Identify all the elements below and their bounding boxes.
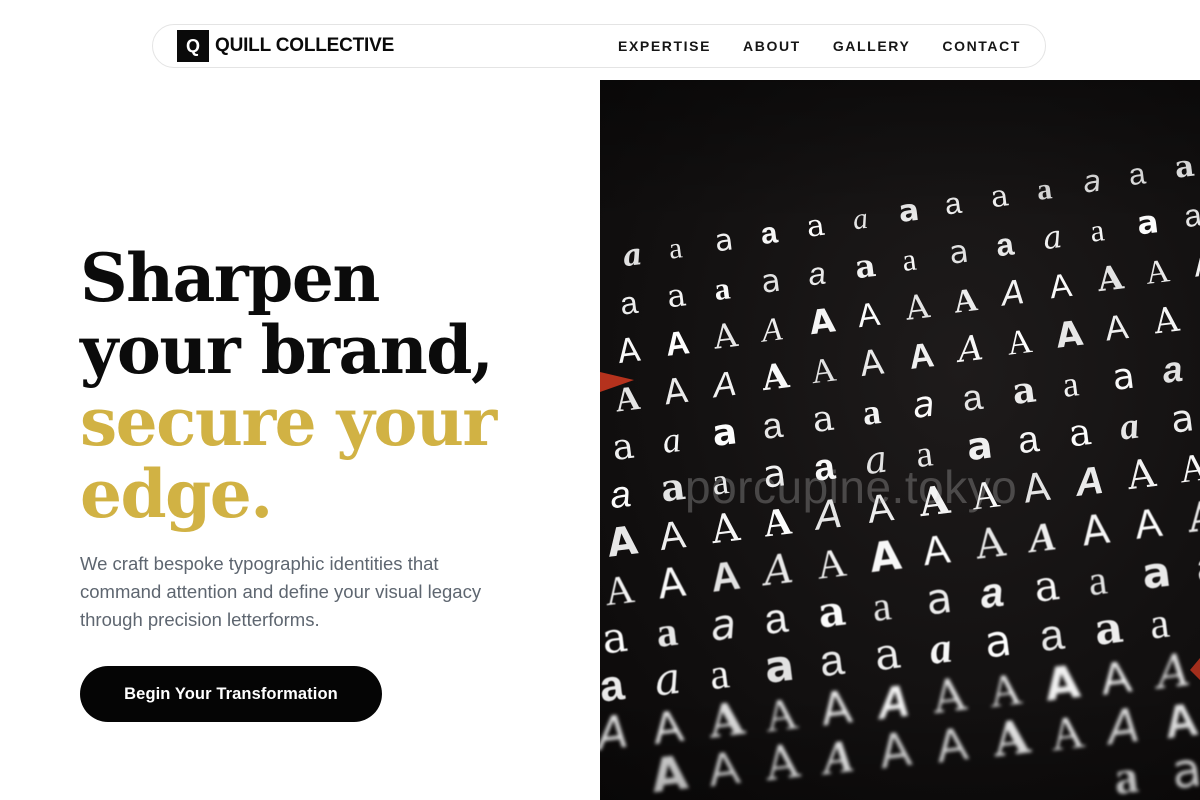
nav-links: EXPERTISE ABOUT GALLERY CONTACT <box>618 38 1021 54</box>
hero-title-accent-line-1: secure your <box>80 383 497 461</box>
nav-link-about[interactable]: ABOUT <box>743 38 801 54</box>
nav-link-contact[interactable]: CONTACT <box>942 38 1021 54</box>
typography-glyph-grid: aaaaaaaaaaaaaaaaaaaaaaaaaaaaAAAAAAAAAAAA… <box>600 80 1200 800</box>
hero-title-line-2: your brand, <box>80 311 494 389</box>
hero-title-accent-line-2: edge. <box>80 455 273 533</box>
brand-logo[interactable]: Q QUILL COLLECTIVE <box>177 30 394 62</box>
begin-transformation-button[interactable]: Begin Your Transformation <box>80 666 382 722</box>
nav-link-gallery[interactable]: GALLERY <box>833 38 911 54</box>
hero-title: Sharpen your brand, secure your edge. <box>80 242 580 530</box>
hero-image: aaaaaaaaaaaaaaaaaaaaaaaaaaaaAAAAAAAAAAAA… <box>600 80 1200 800</box>
nav-link-expertise[interactable]: EXPERTISE <box>618 38 711 54</box>
logo-mark-icon: Q <box>177 30 209 62</box>
brand-name: QUILL COLLECTIVE <box>215 35 395 56</box>
top-navigation: Q QUILL COLLECTIVE EXPERTISE ABOUT GALLE… <box>152 24 1046 68</box>
hero-title-line-1: Sharpen <box>80 239 380 317</box>
hero-subtitle: We craft bespoke typographic identities … <box>80 553 482 630</box>
